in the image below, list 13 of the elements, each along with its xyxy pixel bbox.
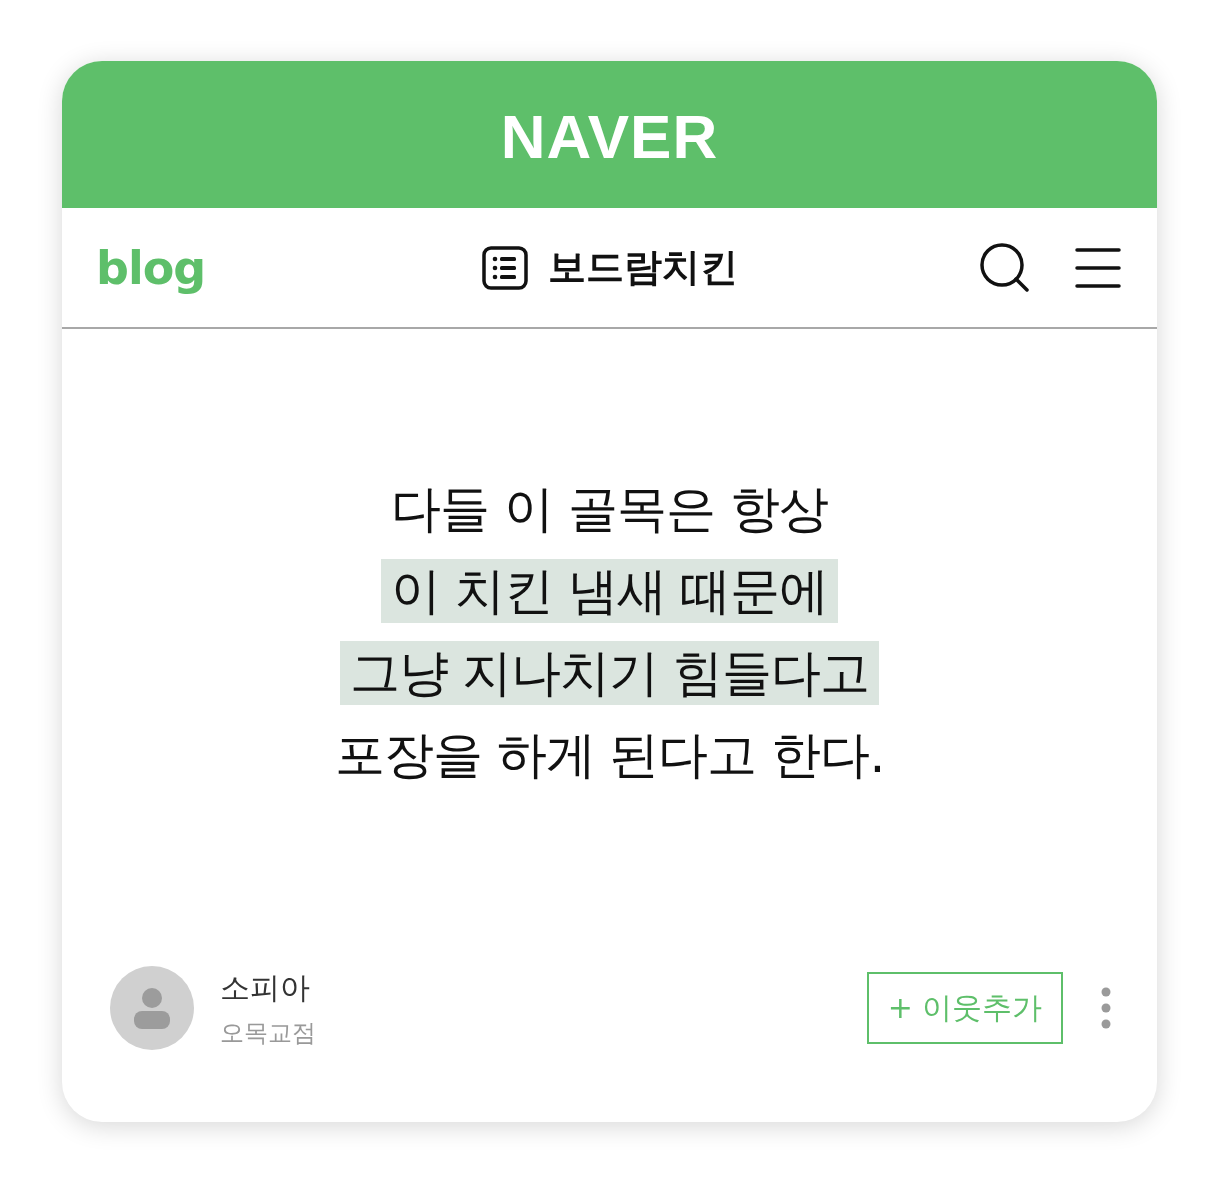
author-name[interactable]: 소피아 <box>220 967 867 1009</box>
author-subtitle: 오목교점 <box>220 1017 317 1049</box>
avatar-icon[interactable] <box>110 966 194 1050</box>
naver-logo[interactable]: NAVER <box>500 97 719 172</box>
menu-icon[interactable] <box>1075 246 1121 289</box>
add-neighbor-button[interactable]: + 이웃추가 <box>867 972 1063 1044</box>
list-icon[interactable] <box>481 245 528 290</box>
blog-logo[interactable]: blog <box>96 240 206 295</box>
post-text-line: 포장을 하게 된다고 한다. <box>333 724 886 786</box>
post-text-line: 다들 이 골목은 항상 <box>390 478 829 540</box>
more-icon[interactable] <box>1101 987 1111 1029</box>
blog-title: 보드람치킨 <box>547 244 738 291</box>
search-icon[interactable] <box>979 241 1031 294</box>
